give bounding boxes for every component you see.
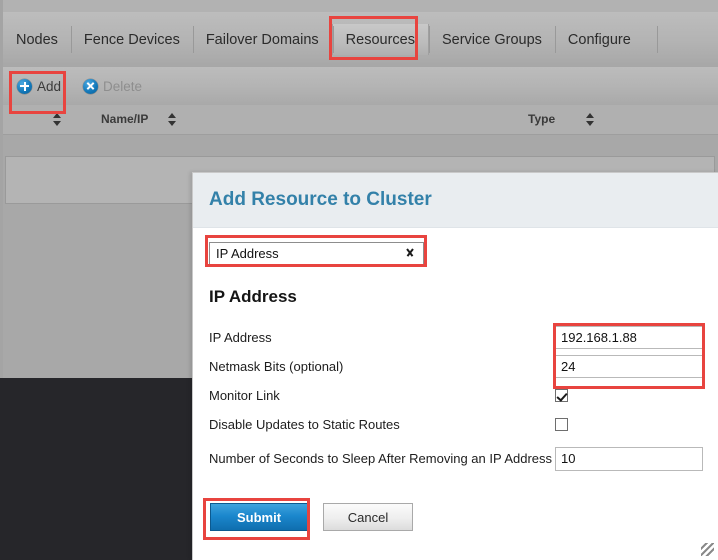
dialog-title: Add Resource to Cluster — [209, 189, 432, 210]
main-navigation: Nodes Fence Devices Failover Domains Res… — [3, 12, 718, 67]
tab-configure[interactable]: Configure — [554, 24, 644, 55]
add-button[interactable]: Add — [17, 78, 62, 94]
ip-address-value: 192.168.1.88 — [561, 330, 637, 345]
disable-static-routes-checkbox[interactable] — [555, 418, 568, 431]
field-row-monitor-link: Monitor Link — [209, 383, 703, 408]
dialog-header: Add Resource to Cluster — [193, 173, 718, 228]
tab-fence-devices[interactable]: Fence Devices — [70, 24, 193, 55]
dialog-body: IP Address IP Address IP Address 192.168… — [193, 228, 718, 471]
ip-address-input[interactable]: 192.168.1.88 — [555, 326, 703, 349]
sleep-seconds-input[interactable]: 10 — [555, 446, 703, 471]
top-band — [0, 0, 718, 12]
field-row-netmask-bits: Netmask Bits (optional) 24 — [209, 354, 703, 379]
field-label: Monitor Link — [209, 388, 280, 403]
add-button-label: Add — [37, 78, 62, 94]
tab-label: Failover Domains — [205, 31, 319, 48]
monitor-link-checkbox[interactable] — [555, 389, 568, 402]
sort-arrows-icon-type[interactable] — [586, 113, 595, 127]
tab-label: Resources — [345, 31, 415, 48]
plus-circle-icon — [17, 78, 32, 94]
field-label: Disable Updates to Static Routes — [209, 417, 400, 432]
tab-end-divider — [656, 26, 658, 53]
dark-background-panel — [0, 378, 194, 560]
sleep-seconds-value: 10 — [561, 451, 576, 466]
column-header-type[interactable]: Type — [528, 112, 555, 126]
field-label: Number of Seconds to Sleep After Removin… — [209, 451, 553, 466]
tab-label: Service Groups — [441, 31, 542, 48]
field-label: Netmask Bits (optional) — [209, 359, 344, 374]
field-row-sleep-seconds: Number of Seconds to Sleep After Removin… — [209, 446, 703, 471]
chevron-down-icon — [404, 249, 415, 256]
column-header-name-ip[interactable]: Name/IP — [101, 112, 148, 126]
tab-label: Nodes — [16, 31, 58, 48]
close-circle-icon — [83, 78, 99, 94]
sort-arrows-icon-select[interactable] — [53, 113, 62, 127]
cancel-button[interactable]: Cancel — [323, 503, 413, 531]
tab-resources[interactable]: Resources — [331, 24, 429, 55]
field-row-disable-updates: Disable Updates to Static Routes — [209, 412, 703, 437]
delete-button: Delete — [83, 78, 143, 94]
dialog-button-row: Submit Cancel — [210, 503, 413, 531]
tab-label: Fence Devices — [83, 31, 180, 48]
field-row-ip-address: IP Address 192.168.1.88 — [209, 325, 703, 350]
resize-grip-icon[interactable] — [701, 543, 714, 556]
tab-label: Configure — [567, 31, 631, 48]
resource-toolbar: Add Delete — [3, 67, 718, 105]
resource-section-title: IP Address — [209, 287, 297, 306]
tab-nodes[interactable]: Nodes — [3, 24, 71, 55]
submit-button[interactable]: Submit — [210, 503, 308, 531]
resource-type-select[interactable]: IP Address — [209, 242, 424, 265]
resource-type-value: IP Address — [216, 246, 279, 261]
sort-arrows-icon-name-ip[interactable] — [168, 113, 177, 127]
delete-button-label: Delete — [103, 78, 143, 94]
app-screen: Nodes Fence Devices Failover Domains Res… — [0, 0, 718, 560]
netmask-bits-value: 24 — [561, 359, 576, 374]
resource-table-header: Name/IP Type — [3, 105, 718, 135]
resource-form: IP Address 192.168.1.88 Netmask Bits (op… — [209, 325, 703, 471]
tab-failover-domains[interactable]: Failover Domains — [192, 24, 332, 55]
field-label: IP Address — [209, 330, 272, 345]
netmask-bits-input[interactable]: 24 — [555, 355, 703, 378]
add-resource-dialog: Add Resource to Cluster IP Address IP Ad… — [192, 172, 718, 560]
tab-service-groups[interactable]: Service Groups — [428, 24, 555, 55]
